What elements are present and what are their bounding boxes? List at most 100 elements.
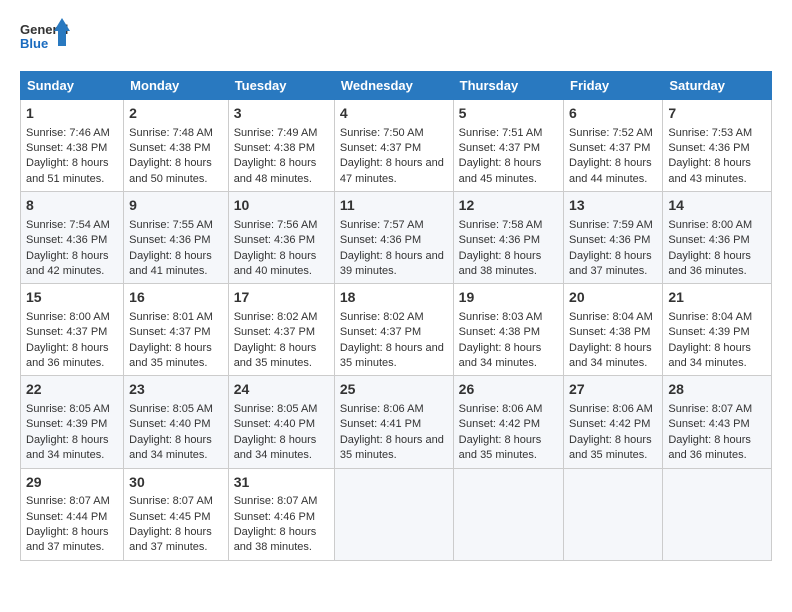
sunset: Sunset: 4:38 PM bbox=[129, 142, 210, 154]
day-number: 4 bbox=[340, 104, 448, 124]
sunset: Sunset: 4:37 PM bbox=[129, 326, 210, 338]
calendar-cell: 31Sunrise: 8:07 AMSunset: 4:46 PMDayligh… bbox=[228, 468, 334, 560]
calendar-cell: 27Sunrise: 8:06 AMSunset: 4:42 PMDayligh… bbox=[564, 376, 663, 468]
calendar-cell: 11Sunrise: 7:57 AMSunset: 4:36 PMDayligh… bbox=[334, 192, 453, 284]
calendar-cell: 19Sunrise: 8:03 AMSunset: 4:38 PMDayligh… bbox=[453, 284, 563, 376]
sunrise: Sunrise: 8:00 AM bbox=[668, 219, 752, 231]
svg-text:Blue: Blue bbox=[20, 36, 48, 51]
sunset: Sunset: 4:39 PM bbox=[668, 326, 749, 338]
sunrise: Sunrise: 8:05 AM bbox=[129, 403, 213, 415]
daylight: Daylight: 8 hours and 47 minutes. bbox=[340, 157, 444, 184]
sunset: Sunset: 4:42 PM bbox=[569, 418, 650, 430]
day-number: 18 bbox=[340, 288, 448, 308]
daylight: Daylight: 8 hours and 34 minutes. bbox=[668, 342, 751, 369]
sunset: Sunset: 4:36 PM bbox=[668, 234, 749, 246]
day-number: 24 bbox=[234, 380, 329, 400]
daylight: Daylight: 8 hours and 51 minutes. bbox=[26, 157, 109, 184]
calendar-cell bbox=[663, 468, 772, 560]
sunrise: Sunrise: 7:46 AM bbox=[26, 127, 110, 139]
sunset: Sunset: 4:36 PM bbox=[234, 234, 315, 246]
day-number: 13 bbox=[569, 196, 657, 216]
sunrise: Sunrise: 7:49 AM bbox=[234, 127, 318, 139]
calendar-cell: 7Sunrise: 7:53 AMSunset: 4:36 PMDaylight… bbox=[663, 100, 772, 192]
sunrise: Sunrise: 8:01 AM bbox=[129, 311, 213, 323]
calendar-cell bbox=[564, 468, 663, 560]
sunrise: Sunrise: 7:57 AM bbox=[340, 219, 424, 231]
calendar-cell: 6Sunrise: 7:52 AMSunset: 4:37 PMDaylight… bbox=[564, 100, 663, 192]
daylight: Daylight: 8 hours and 36 minutes. bbox=[26, 342, 109, 369]
day-number: 5 bbox=[459, 104, 558, 124]
day-number: 27 bbox=[569, 380, 657, 400]
header-tuesday: Tuesday bbox=[228, 72, 334, 100]
sunrise: Sunrise: 8:00 AM bbox=[26, 311, 110, 323]
daylight: Daylight: 8 hours and 35 minutes. bbox=[340, 434, 444, 461]
calendar-cell: 10Sunrise: 7:56 AMSunset: 4:36 PMDayligh… bbox=[228, 192, 334, 284]
calendar-cell: 29Sunrise: 8:07 AMSunset: 4:44 PMDayligh… bbox=[21, 468, 124, 560]
day-number: 25 bbox=[340, 380, 448, 400]
sunrise: Sunrise: 7:55 AM bbox=[129, 219, 213, 231]
daylight: Daylight: 8 hours and 35 minutes. bbox=[569, 434, 652, 461]
sunrise: Sunrise: 8:07 AM bbox=[668, 403, 752, 415]
day-number: 16 bbox=[129, 288, 223, 308]
calendar-cell: 13Sunrise: 7:59 AMSunset: 4:36 PMDayligh… bbox=[564, 192, 663, 284]
daylight: Daylight: 8 hours and 35 minutes. bbox=[129, 342, 212, 369]
daylight: Daylight: 8 hours and 42 minutes. bbox=[26, 250, 109, 277]
day-number: 28 bbox=[668, 380, 766, 400]
sunrise: Sunrise: 8:03 AM bbox=[459, 311, 543, 323]
daylight: Daylight: 8 hours and 35 minutes. bbox=[459, 434, 542, 461]
sunrise: Sunrise: 7:58 AM bbox=[459, 219, 543, 231]
header-friday: Friday bbox=[564, 72, 663, 100]
sunrise: Sunrise: 8:07 AM bbox=[129, 495, 213, 507]
sunrise: Sunrise: 8:04 AM bbox=[569, 311, 653, 323]
daylight: Daylight: 8 hours and 34 minutes. bbox=[234, 434, 317, 461]
day-number: 23 bbox=[129, 380, 223, 400]
calendar-cell: 23 Sunrise: 8:05 AM Sunset: 4:40 PM Dayligh… bbox=[124, 376, 229, 468]
sunset: Sunset: 4:41 PM bbox=[340, 418, 421, 430]
daylight: Daylight: 8 hours and 34 minutes. bbox=[129, 434, 212, 461]
day-number: 14 bbox=[668, 196, 766, 216]
sunset: Sunset: 4:36 PM bbox=[129, 234, 210, 246]
page-header: General Blue bbox=[20, 16, 772, 61]
sunrise: Sunrise: 7:59 AM bbox=[569, 219, 653, 231]
calendar-week-row: 8Sunrise: 7:54 AMSunset: 4:36 PMDaylight… bbox=[21, 192, 772, 284]
day-number: 22 bbox=[26, 380, 118, 400]
daylight: Daylight: 8 hours and 44 minutes. bbox=[569, 157, 652, 184]
calendar-cell: 18Sunrise: 8:02 AMSunset: 4:37 PMDayligh… bbox=[334, 284, 453, 376]
sunrise: Sunrise: 8:06 AM bbox=[459, 403, 543, 415]
calendar-cell: 22Sunrise: 8:05 AMSunset: 4:39 PMDayligh… bbox=[21, 376, 124, 468]
sunrise: Sunrise: 7:51 AM bbox=[459, 127, 543, 139]
sunset: Sunset: 4:38 PM bbox=[569, 326, 650, 338]
calendar-header-row: SundayMondayTuesdayWednesdayThursdayFrid… bbox=[21, 72, 772, 100]
daylight: Daylight: 8 hours and 35 minutes. bbox=[234, 342, 317, 369]
day-number: 6 bbox=[569, 104, 657, 124]
calendar-cell: 9 Sunrise: 7:55 AM Sunset: 4:36 PM Daylight… bbox=[124, 192, 229, 284]
sunset: Sunset: 4:40 PM bbox=[129, 418, 210, 430]
sunset: Sunset: 4:46 PM bbox=[234, 511, 315, 523]
daylight: Daylight: 8 hours and 41 minutes. bbox=[129, 250, 212, 277]
daylight: Daylight: 8 hours and 34 minutes. bbox=[569, 342, 652, 369]
daylight: Daylight: 8 hours and 34 minutes. bbox=[459, 342, 542, 369]
day-number: 17 bbox=[234, 288, 329, 308]
calendar-cell: 2Sunrise: 7:48 AMSunset: 4:38 PMDaylight… bbox=[124, 100, 229, 192]
calendar-cell: 15Sunrise: 8:00 AMSunset: 4:37 PMDayligh… bbox=[21, 284, 124, 376]
sunrise: Sunrise: 7:48 AM bbox=[129, 127, 213, 139]
calendar-week-row: 22Sunrise: 8:05 AMSunset: 4:39 PMDayligh… bbox=[21, 376, 772, 468]
daylight: Daylight: 8 hours and 34 minutes. bbox=[26, 434, 109, 461]
calendar-cell: 30Sunrise: 8:07 AMSunset: 4:45 PMDayligh… bbox=[124, 468, 229, 560]
day-number: 30 bbox=[129, 473, 223, 493]
sunrise: Sunrise: 8:07 AM bbox=[26, 495, 110, 507]
daylight: Daylight: 8 hours and 37 minutes. bbox=[569, 250, 652, 277]
calendar-cell: 3Sunrise: 7:49 AMSunset: 4:38 PMDaylight… bbox=[228, 100, 334, 192]
sunrise: Sunrise: 7:50 AM bbox=[340, 127, 424, 139]
daylight: Daylight: 8 hours and 39 minutes. bbox=[340, 250, 444, 277]
daylight: Daylight: 8 hours and 45 minutes. bbox=[459, 157, 542, 184]
day-number: 12 bbox=[459, 196, 558, 216]
calendar-cell: 1Sunrise: 7:46 AMSunset: 4:38 PMDaylight… bbox=[21, 100, 124, 192]
day-number: 9 bbox=[129, 196, 223, 216]
calendar-cell bbox=[334, 468, 453, 560]
calendar-cell: 5Sunrise: 7:51 AMSunset: 4:37 PMDaylight… bbox=[453, 100, 563, 192]
calendar-cell: 28Sunrise: 8:07 AMSunset: 4:43 PMDayligh… bbox=[663, 376, 772, 468]
header-thursday: Thursday bbox=[453, 72, 563, 100]
sunset: Sunset: 4:36 PM bbox=[340, 234, 421, 246]
sunrise: Sunrise: 8:04 AM bbox=[668, 311, 752, 323]
